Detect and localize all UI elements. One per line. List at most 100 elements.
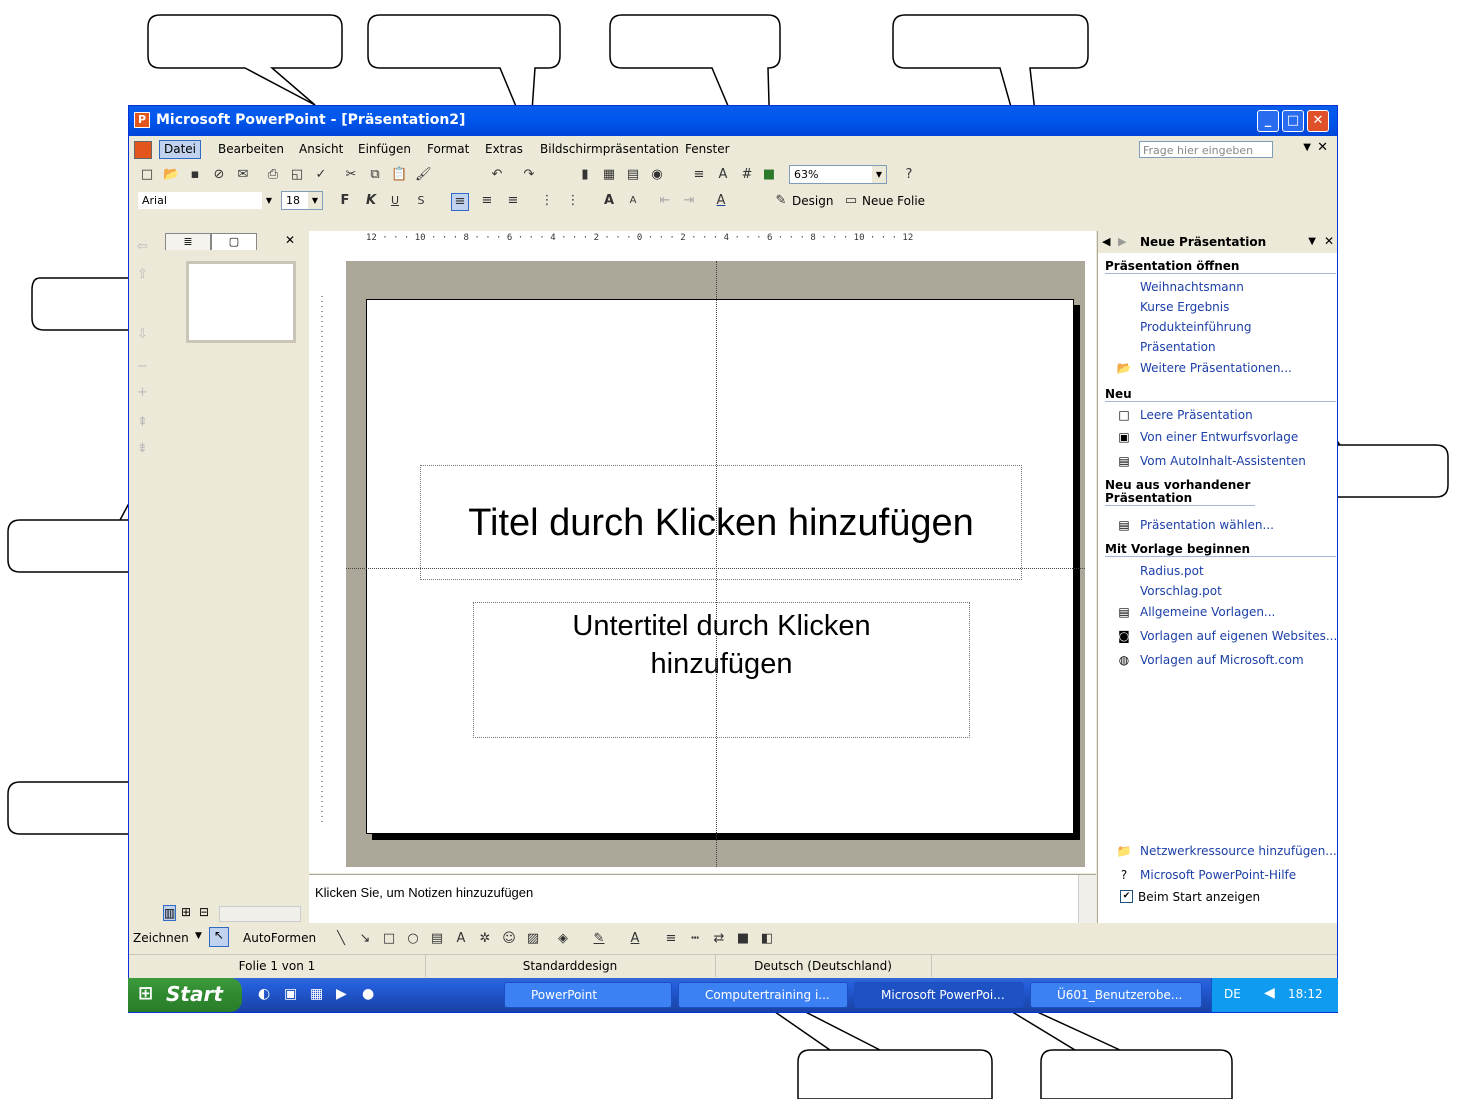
quicklaunch-ie-icon[interactable]: ◐ — [258, 986, 270, 1002]
back-icon[interactable]: ◀ — [1102, 235, 1110, 248]
chevron-left-icon[interactable]: ◀ — [1264, 985, 1275, 1001]
open-icon[interactable]: 📂 — [163, 167, 179, 183]
save-icon[interactable]: ▪ — [187, 167, 203, 183]
increase-indent-icon[interactable]: ⇥ — [681, 193, 697, 209]
template-link-general[interactable]: Allgemeine Vorlagen... — [1140, 605, 1275, 619]
title-placeholder[interactable]: Titel durch Klicken hinzufügen — [420, 465, 1022, 580]
italic-button[interactable]: K — [363, 193, 379, 209]
print-preview-icon[interactable]: ◱ — [289, 167, 305, 183]
open-link-kurse[interactable]: Kurse Ergebnis — [1140, 300, 1229, 314]
font-color-icon[interactable]: A — [627, 931, 643, 947]
insert-chart-icon[interactable]: ▮ — [577, 167, 593, 183]
expand-all-icon[interactable]: ⇟ — [137, 441, 148, 456]
autoshapes-button[interactable]: AutoFormen — [243, 931, 316, 945]
print-icon[interactable]: ⎙ — [265, 167, 281, 183]
menu-extras[interactable]: Extras — [485, 142, 523, 156]
open-link-weihnachtsmann[interactable]: Weihnachtsmann — [1140, 280, 1244, 294]
arrow-style-icon[interactable]: ⇄ — [711, 931, 727, 947]
open-link-praesentation[interactable]: Präsentation — [1140, 340, 1216, 354]
guide-horizontal[interactable] — [346, 568, 1085, 569]
new-icon[interactable]: □ — [139, 167, 155, 183]
help-dropdown-icon[interactable]: ▼ — [1303, 142, 1311, 153]
template-link-radius[interactable]: Radius.pot — [1140, 564, 1204, 578]
new-link-design[interactable]: Von einer Entwurfsvorlage — [1140, 430, 1298, 444]
open-link-more[interactable]: Weitere Präsentationen... — [1140, 361, 1292, 375]
font-combo[interactable]: Arial ▼ — [137, 191, 277, 210]
notes-scrollbar[interactable] — [1078, 875, 1096, 923]
notes-pane[interactable]: Klicken Sie, um Notizen hinzuzufügen — [309, 874, 1096, 923]
notes-placeholder[interactable]: Klicken Sie, um Notizen hinzuzufügen — [315, 885, 533, 900]
menu-ansicht[interactable]: Ansicht — [299, 142, 343, 156]
start-button[interactable]: ⊞ Start — [128, 978, 242, 1012]
textbox-icon[interactable]: ▤ — [429, 931, 445, 947]
normal-view-icon[interactable]: ▥ — [163, 905, 177, 921]
spelling-icon[interactable]: ✓ — [313, 167, 329, 183]
help-icon[interactable]: ? — [901, 167, 917, 183]
forward-icon[interactable]: ▶ — [1118, 235, 1126, 248]
close-document-icon[interactable]: ✕ — [1317, 140, 1328, 155]
slide-sorter-icon[interactable]: ⊞ — [181, 905, 191, 919]
wordart-icon[interactable]: A — [453, 931, 469, 947]
new-slide-button[interactable]: Neue Folie — [862, 194, 925, 208]
task-powerpoint-folder[interactable]: PowerPoint — [504, 982, 672, 1008]
select-objects-icon[interactable]: ↖ — [209, 927, 229, 947]
increase-font-size-icon[interactable]: A — [601, 193, 617, 209]
chevron-down-icon[interactable]: ▼ — [195, 931, 202, 941]
line-icon[interactable]: ╲ — [333, 931, 349, 947]
menu-format[interactable]: Format — [427, 142, 469, 156]
rectangle-icon[interactable]: □ — [381, 931, 397, 947]
oval-icon[interactable]: ○ — [405, 931, 421, 947]
underline-button[interactable]: U — [387, 193, 403, 209]
align-left-icon[interactable]: ≡ — [451, 193, 469, 211]
menu-datei[interactable]: Datei — [159, 140, 202, 159]
show-formatting-icon[interactable]: A — [715, 167, 731, 183]
decrease-font-size-icon[interactable]: A — [625, 193, 641, 209]
slide-design-icon[interactable]: ✎ — [773, 193, 789, 209]
email-icon[interactable]: ✉ — [235, 167, 251, 183]
redo-icon[interactable]: ↷ — [521, 167, 537, 183]
arrow-icon[interactable]: ↘ — [357, 931, 373, 947]
subtitle-placeholder[interactable]: Untertitel durch Klicken hinzufügen — [473, 602, 970, 738]
permission-icon[interactable]: ⊘ — [211, 167, 227, 183]
design-button[interactable]: Design — [792, 194, 833, 208]
tab-slides[interactable]: ▢ — [211, 233, 257, 250]
color-grayscale-icon[interactable]: ■ — [761, 167, 777, 183]
menu-fenster[interactable]: Fenster — [685, 142, 730, 156]
menu-einfuegen[interactable]: Einfügen — [358, 142, 411, 156]
shadow-button[interactable]: S — [413, 193, 429, 209]
cut-icon[interactable]: ✂ — [343, 167, 359, 183]
copy-icon[interactable]: ⧉ — [367, 167, 383, 183]
diagram-icon[interactable]: ✲ — [477, 931, 493, 947]
slide[interactable]: Titel durch Klicken hinzufügen Untertite… — [366, 299, 1074, 834]
chevron-down-icon[interactable]: ▼ — [308, 192, 322, 209]
task-powerpoint[interactable]: Microsoft PowerPoi... — [854, 982, 1024, 1008]
close-button[interactable]: ✕ — [1307, 110, 1329, 132]
show-grid-icon[interactable]: # — [739, 167, 755, 183]
paste-icon[interactable]: 📋 — [391, 167, 407, 183]
line-style-icon[interactable]: ≡ — [663, 931, 679, 947]
undo-icon[interactable]: ↶ — [489, 167, 505, 183]
template-link-microsoft[interactable]: Vorlagen auf Microsoft.com — [1140, 653, 1304, 667]
zoom-combo[interactable]: 63% ▼ — [789, 165, 887, 184]
move-up-icon[interactable]: ⇧ — [137, 267, 148, 282]
task-pane-menu-icon[interactable]: ▼ — [1308, 236, 1316, 247]
title-bar[interactable]: P Microsoft PowerPoint - [Präsentation2]… — [129, 106, 1337, 136]
font-color-icon[interactable]: A — [713, 193, 729, 209]
quicklaunch-firefox-icon[interactable]: ● — [362, 986, 374, 1002]
guide-vertical[interactable] — [716, 261, 717, 867]
quicklaunch-excel-icon[interactable]: ▦ — [310, 986, 323, 1002]
horizontal-scrollbar[interactable] — [219, 906, 301, 922]
new-link-blank[interactable]: Leere Präsentation — [1140, 408, 1253, 422]
close-pane-icon[interactable]: ✕ — [285, 233, 295, 247]
slide-thumbnail[interactable] — [186, 261, 296, 343]
bold-button[interactable]: F — [337, 193, 353, 209]
insert-hyperlink-icon[interactable]: ◉ — [649, 167, 665, 183]
move-down-icon[interactable]: ⇩ — [137, 327, 148, 342]
shadow-style-icon[interactable]: ■ — [735, 931, 751, 947]
line-color-icon[interactable]: ✎ — [591, 931, 607, 947]
3d-style-icon[interactable]: ◧ — [759, 931, 775, 947]
tables-borders-icon[interactable]: ▤ — [625, 167, 641, 183]
expand-all-icon[interactable]: ≡ — [691, 167, 707, 183]
open-link-produkteinfuehrung[interactable]: Produkteinführung — [1140, 320, 1251, 334]
fill-color-icon[interactable]: ◈ — [555, 931, 571, 947]
